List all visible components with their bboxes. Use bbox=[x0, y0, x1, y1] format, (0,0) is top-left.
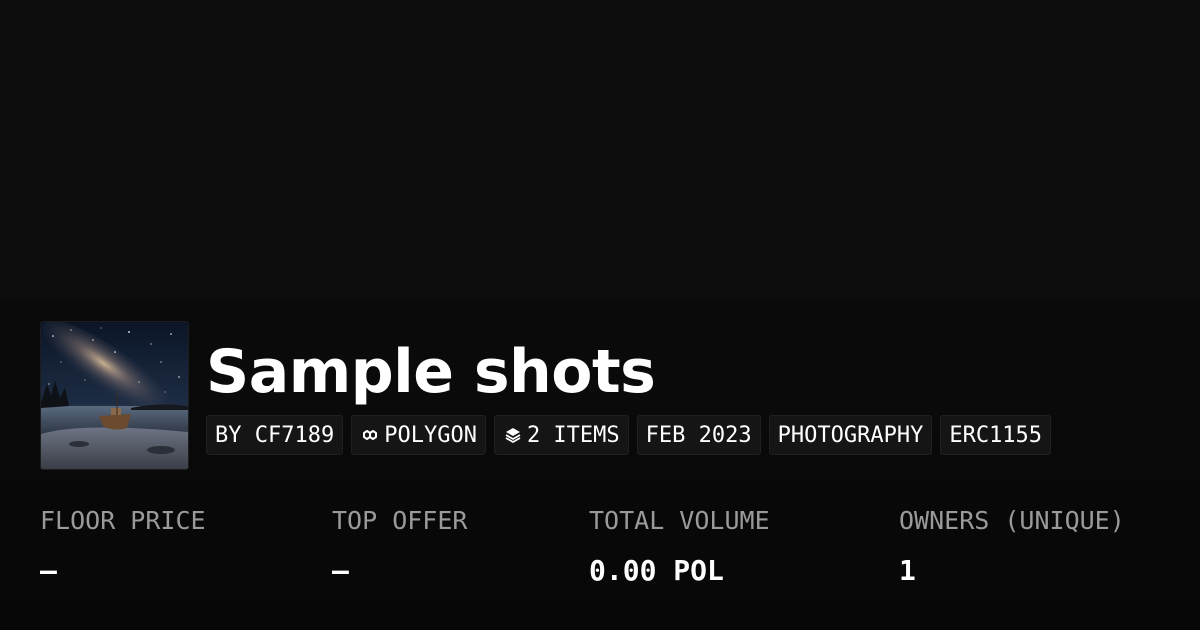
owners-value: 1 bbox=[899, 554, 916, 587]
category-tag[interactable]: PHOTOGRAPHY bbox=[768, 415, 933, 455]
chain-tag[interactable]: POLYGON bbox=[351, 415, 486, 455]
floor-price-label: FLOOR PRICE bbox=[40, 506, 206, 535]
items-label: 2 ITEMS bbox=[526, 422, 620, 448]
total-volume-label: TOTAL VOLUME bbox=[589, 506, 770, 535]
category-label: PHOTOGRAPHY bbox=[777, 422, 924, 448]
owners-label: OWNERS (UNIQUE) bbox=[899, 506, 1125, 535]
polygon-link-icon bbox=[360, 425, 380, 445]
date-label: FEB 2023 bbox=[645, 422, 752, 448]
floor-price-stat: FLOOR PRICE – bbox=[40, 504, 206, 588]
standard-label: ERC1155 bbox=[949, 422, 1043, 448]
top-offer-label: TOP OFFER bbox=[332, 506, 468, 535]
chain-label: POLYGON bbox=[384, 422, 477, 448]
total-volume-value: 0.00 POL bbox=[589, 554, 724, 587]
owners-stat: OWNERS (UNIQUE) 1 bbox=[899, 504, 1125, 588]
collection-tags: BY CF7189 POLYGON 2 ITEMS FEB 2023 PHOTO… bbox=[206, 415, 1052, 455]
top-offer-stat: TOP OFFER – bbox=[332, 504, 467, 588]
top-offer-value: – bbox=[332, 554, 349, 587]
creator-tag[interactable]: BY CF7189 bbox=[206, 415, 344, 455]
floor-price-value: – bbox=[40, 554, 57, 587]
standard-tag: ERC1155 bbox=[940, 415, 1052, 455]
total-volume-stat: TOTAL VOLUME 0.00 POL bbox=[589, 504, 770, 588]
creator-label: BY CF7189 bbox=[215, 422, 335, 448]
items-tag[interactable]: 2 ITEMS bbox=[493, 415, 629, 455]
collection-title: Sample shots bbox=[206, 337, 656, 407]
date-tag: FEB 2023 bbox=[636, 415, 761, 455]
collection-thumbnail bbox=[40, 321, 189, 470]
layers-icon bbox=[503, 425, 523, 445]
night-sky-boat-image bbox=[41, 322, 188, 469]
collection-banner bbox=[0, 0, 1200, 300]
